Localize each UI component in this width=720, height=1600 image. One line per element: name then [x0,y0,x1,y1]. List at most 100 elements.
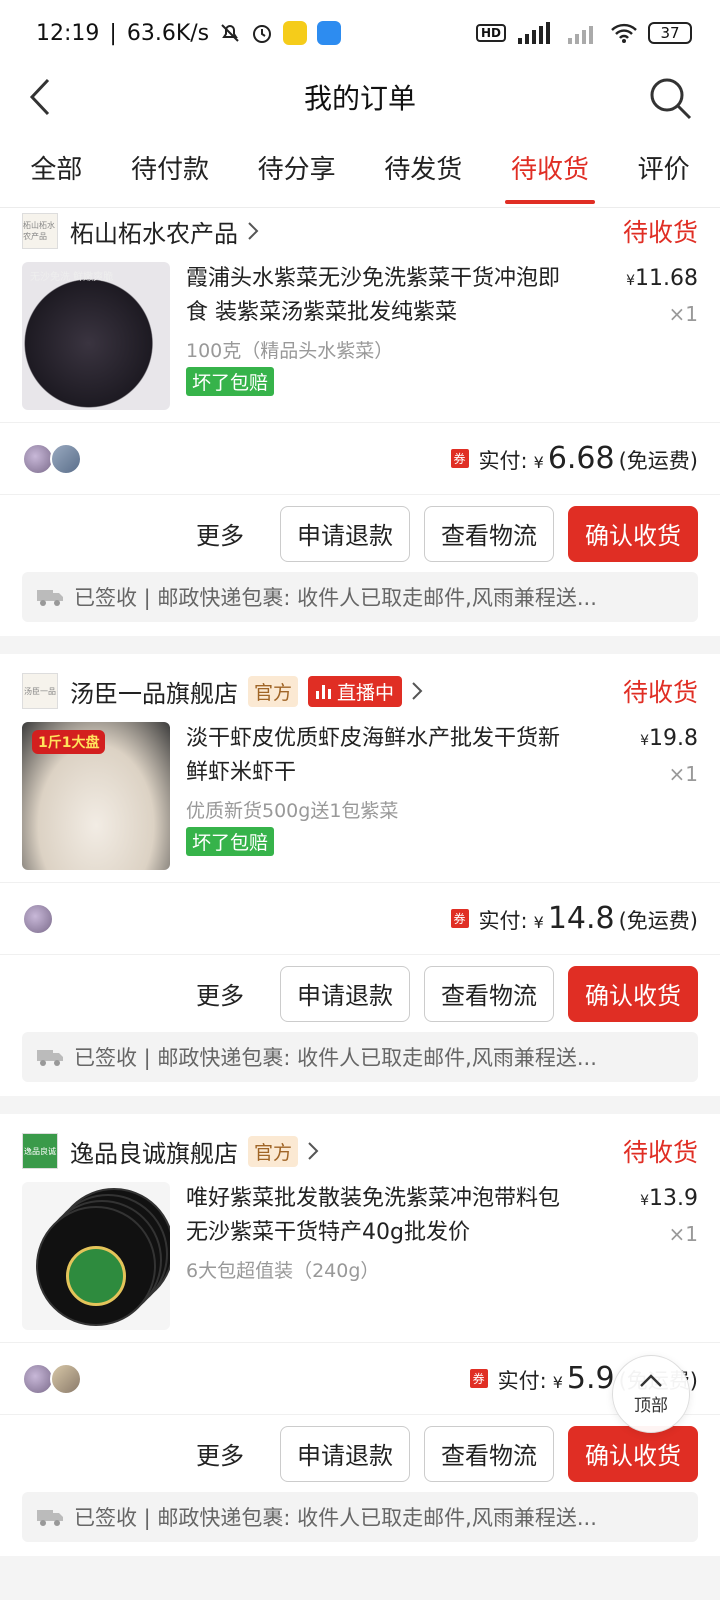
back-arrow-icon[interactable] [18,72,68,122]
order-card: 柘山柘水农产品 柘山柘水农产品 待收货 无沙免洗 鲜嫩爽脆 霞浦头水紫菜无沙免洗… [0,208,720,636]
status-bar: 12:19 | 63.6K/s HD 37 [0,0,720,66]
payment-row: 券 实付: ¥ 14.8 (免运费) [0,882,720,954]
tab-pending-share[interactable]: 待分享 [254,128,340,208]
back-to-top-button[interactable]: 顶部 [612,1355,690,1433]
wifi-icon [611,23,637,43]
official-badge: 官方 [248,1135,299,1167]
shipping-note: (免运费) [618,909,698,933]
app-notification-icon [317,21,342,45]
mute-icon [221,24,239,42]
shop-name[interactable]: 柘山柘水农产品 [70,214,238,249]
buyer-avatars [22,1362,82,1395]
avatar [22,902,54,935]
product-image[interactable]: 无沙免洗 鲜嫩爽脆 [22,262,170,410]
more-button[interactable]: 更多 [196,1436,244,1471]
logistics-text: 已签收 | 邮政快递包裹: 收件人已取走邮件,风雨兼程送... [74,1046,597,1070]
order-item[interactable]: 唯好紫菜批发散装免洗紫菜冲泡带料包无沙紫菜干货特产40g批发价 6大包超值装（2… [0,1172,720,1342]
action-row: 更多 申请退款 查看物流 确认收货 [0,494,720,572]
order-header[interactable]: 柘山柘水农产品 柘山柘水农产品 待收货 [0,210,720,252]
clock: 12:19 [36,20,100,46]
truck-icon [37,1510,63,1526]
paid-label: 实付: [478,909,528,933]
guarantee-badge: 坏了包赔 [186,367,275,396]
confirm-receipt-button[interactable]: 确认收货 [568,965,698,1022]
order-status: 待收货 [622,1138,698,1167]
paid-amount: 6.68 [547,441,615,476]
back-to-top-label: 顶部 [634,1395,668,1416]
coupon-badge: 券 [450,449,469,468]
logistics-info[interactable]: 已签收 | 邮政快递包裹: 收件人已取走邮件,风雨兼程送... [22,572,698,622]
request-refund-button[interactable]: 申请退款 [280,965,410,1022]
paid-label: 实付: [478,449,528,473]
net-speed: 63.6K/s [126,20,210,46]
tab-all[interactable]: 全部 [26,128,86,208]
confirm-receipt-button[interactable]: 确认收货 [568,1425,698,1482]
order-status: 待收货 [622,218,698,247]
request-refund-button[interactable]: 申请退款 [280,505,410,562]
product-image[interactable] [22,1182,170,1330]
tab-pending-receipt[interactable]: 待收货 [504,128,595,208]
coupon-badge: 券 [469,1369,488,1388]
view-logistics-button[interactable]: 查看物流 [424,965,554,1022]
product-title[interactable]: 唯好紫菜批发散装免洗紫菜冲泡带料包无沙紫菜干货特产40g批发价 [186,1182,576,1250]
buyer-avatars [22,902,54,935]
product-quantity: ×1 [668,302,698,326]
currency-symbol: ¥ [533,453,544,472]
signal-icon [518,22,550,44]
currency-symbol: ¥ [552,1373,563,1392]
request-refund-button[interactable]: 申请退款 [280,1425,410,1482]
logistics-info[interactable]: 已签收 | 邮政快递包裹: 收件人已取走邮件,风雨兼程送... [22,1032,698,1082]
coupon-badge: 券 [450,909,469,928]
logistics-text: 已签收 | 邮政快递包裹: 收件人已取走邮件,风雨兼程送... [74,586,597,610]
view-logistics-button[interactable]: 查看物流 [424,505,554,562]
buyer-avatars [22,442,82,475]
product-title[interactable]: 淡干虾皮优质虾皮海鲜水产批发干货新鲜虾米虾干 [186,722,576,790]
chevron-right-icon [308,1142,319,1160]
tab-pending-payment[interactable]: 待付款 [127,128,213,208]
shop-name[interactable]: 汤臣一品旗舰店 [70,674,238,709]
order-tabs: 全部 待付款 待分享 待发货 待收货 评价 [0,128,720,208]
shop-logo: 汤臣一品 [22,673,58,709]
live-badge[interactable]: 直播中 [308,675,403,707]
alarm-icon [253,25,272,43]
order-header[interactable]: 逸品良诚 逸品良诚旗舰店 官方 待收货 [0,1130,720,1172]
guarantee-badge: 坏了包赔 [186,827,275,856]
tab-review[interactable]: 评价 [634,128,694,208]
shipping-note: (免运费) [618,449,698,473]
shop-name[interactable]: 逸品良诚旗舰店 [70,1134,238,1169]
truck-icon [37,590,63,606]
product-quantity: ×1 [668,762,698,786]
logistics-text: 已签收 | 邮政快递包裹: 收件人已取走邮件,风雨兼程送... [74,1506,597,1530]
confirm-receipt-button[interactable]: 确认收货 [568,505,698,562]
more-button[interactable]: 更多 [196,976,244,1011]
product-spec: 100克（精品头水紫菜） [186,340,394,362]
truck-icon [37,1050,63,1066]
logistics-info[interactable]: 已签收 | 邮政快递包裹: 收件人已取走邮件,风雨兼程送... [22,1492,698,1542]
hd-icon: HD [475,24,506,42]
live-icon [316,683,332,699]
view-logistics-button[interactable]: 查看物流 [424,1425,554,1482]
payment-row: 券 实付: ¥ 5.9 (免运费) [0,1342,720,1414]
action-row: 更多 申请退款 查看物流 确认收货 [0,954,720,1032]
order-item[interactable]: 无沙免洗 鲜嫩爽脆 霞浦头水紫菜无沙免洗紫菜干货冲泡即食 装紫菜汤紫菜批发纯紫菜… [0,252,720,422]
tab-pending-shipment[interactable]: 待发货 [380,128,466,208]
official-badge: 官方 [248,675,299,707]
product-price: ¥11.68 [626,266,698,291]
product-image[interactable]: 1斤1大盘 [22,722,170,870]
order-item[interactable]: 1斤1大盘 淡干虾皮优质虾皮海鲜水产批发干货新鲜虾米虾干 优质新货500g送1包… [0,712,720,882]
app-notification-icon [283,21,308,45]
more-button[interactable]: 更多 [196,516,244,551]
avatar [50,442,82,475]
avatar [50,1362,82,1395]
order-header[interactable]: 汤臣一品 汤臣一品旗舰店 官方 直播中 待收货 [0,670,720,712]
paid-amount: 5.9 [566,1361,615,1396]
product-quantity: ×1 [668,1222,698,1246]
chevron-up-icon [640,1373,662,1387]
currency-symbol: ¥ [533,913,544,932]
action-row: 更多 申请退款 查看物流 确认收货 [0,1414,720,1492]
product-title[interactable]: 霞浦头水紫菜无沙免洗紫菜干货冲泡即食 装紫菜汤紫菜批发纯紫菜 [186,262,576,330]
page-title: 我的订单 [303,82,416,115]
search-icon[interactable] [646,74,694,122]
battery-icon: 37 [648,22,692,44]
shop-logo: 逸品良诚 [22,1133,58,1169]
